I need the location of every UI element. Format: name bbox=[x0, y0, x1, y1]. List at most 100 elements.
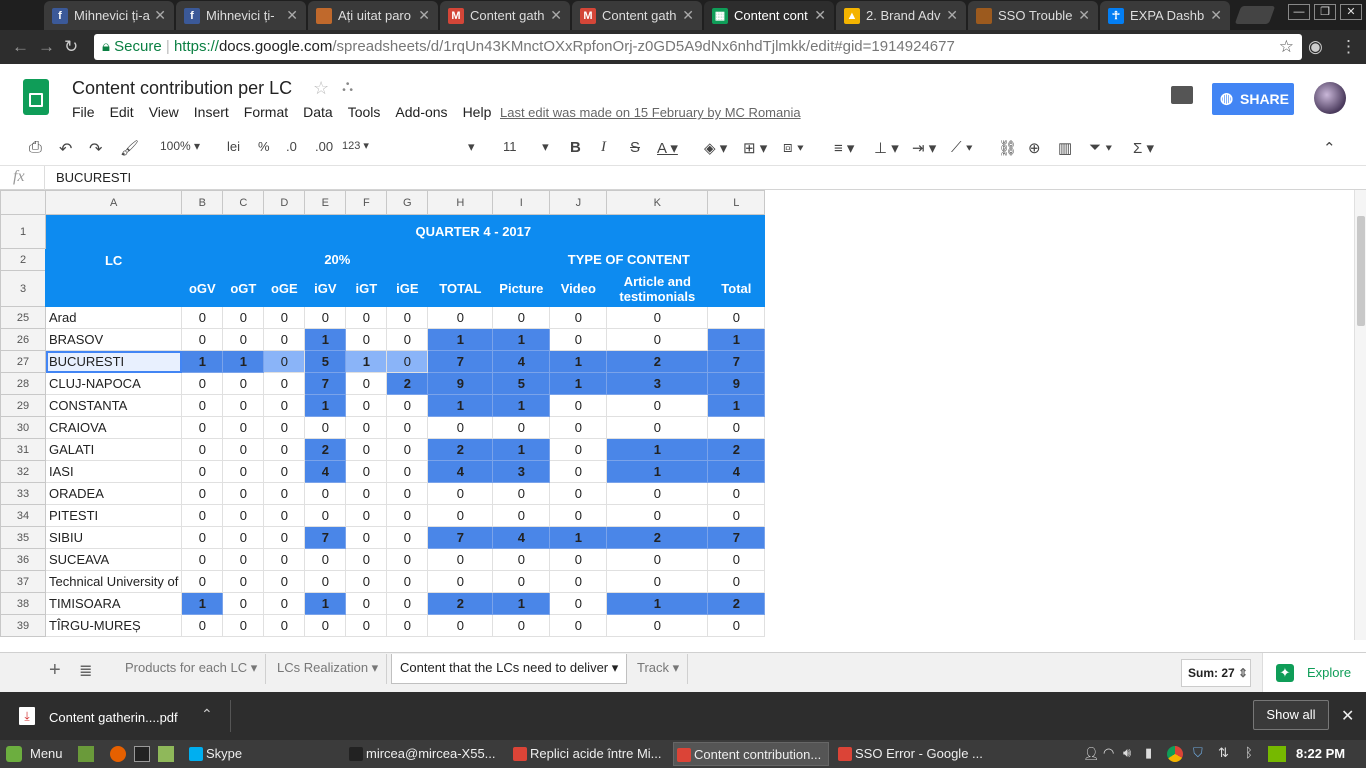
value-cell[interactable]: 7 bbox=[427, 350, 494, 373]
value-cell[interactable]: 0 bbox=[606, 548, 709, 571]
value-cell[interactable]: 0 bbox=[222, 526, 265, 549]
insert-link-icon[interactable]: ⛓︎ bbox=[998, 139, 1017, 157]
sheet-tab-menu-icon[interactable]: ▾ bbox=[608, 660, 619, 675]
value-cell[interactable]: 0 bbox=[263, 570, 306, 593]
value-cell[interactable]: 7 bbox=[707, 526, 766, 549]
value-cell[interactable]: 0 bbox=[181, 306, 224, 329]
value-cell[interactable]: 0 bbox=[427, 548, 494, 571]
value-cell[interactable]: 0 bbox=[181, 372, 224, 395]
row-header[interactable]: 31 bbox=[0, 438, 46, 461]
value-cell[interactable]: 1 bbox=[549, 350, 608, 373]
value-cell[interactable]: 0 bbox=[181, 504, 224, 527]
row-header[interactable]: 1 bbox=[0, 214, 46, 249]
value-cell[interactable]: 0 bbox=[386, 614, 429, 637]
value-cell[interactable]: 1 bbox=[606, 438, 709, 461]
horizontal-align-icon[interactable]: ≡ ▾ bbox=[834, 139, 854, 157]
value-cell[interactable]: 0 bbox=[606, 482, 709, 505]
value-cell[interactable]: 2 bbox=[606, 526, 709, 549]
value-cell[interactable]: 7 bbox=[427, 526, 494, 549]
insert-comment-icon[interactable]: ⊕ bbox=[1028, 139, 1041, 157]
column-header[interactable]: B bbox=[181, 190, 224, 215]
currency-format-button[interactable]: lei bbox=[227, 139, 240, 154]
menu-format[interactable]: Format bbox=[244, 104, 288, 120]
value-cell[interactable]: 0 bbox=[263, 526, 306, 549]
download-file-name[interactable]: Content gatherin....pdf bbox=[49, 710, 178, 725]
value-cell[interactable]: 3 bbox=[492, 460, 551, 483]
value-cell[interactable]: 0 bbox=[386, 526, 429, 549]
value-cell[interactable]: 0 bbox=[606, 614, 709, 637]
column-header[interactable]: A bbox=[44, 190, 183, 215]
value-cell[interactable]: 0 bbox=[386, 548, 429, 571]
value-cell[interactable]: 0 bbox=[263, 614, 306, 637]
row-header[interactable]: 26 bbox=[0, 328, 46, 351]
value-cell[interactable]: 0 bbox=[304, 416, 347, 439]
volume-icon[interactable]: 🔊︎ bbox=[1123, 745, 1131, 761]
column-header[interactable]: H bbox=[427, 190, 494, 215]
select-all-corner[interactable] bbox=[0, 190, 46, 215]
close-tab-icon[interactable]: ✕ bbox=[1210, 7, 1222, 24]
value-cell[interactable]: 1 bbox=[427, 328, 494, 351]
text-rotation-icon[interactable]: ⟋ ▾ bbox=[951, 139, 973, 156]
value-cell[interactable]: 4 bbox=[492, 350, 551, 373]
value-cell[interactable]: 0 bbox=[222, 328, 265, 351]
value-cell[interactable]: 0 bbox=[492, 570, 551, 593]
value-cell[interactable]: 0 bbox=[549, 548, 608, 571]
sub-header-cell[interactable]: Article and testimonials bbox=[606, 270, 709, 307]
value-cell[interactable]: 9 bbox=[427, 372, 494, 395]
browser-tab[interactable]: f Mihnevici ți- ✕ bbox=[176, 1, 306, 30]
value-cell[interactable]: 0 bbox=[386, 570, 429, 593]
value-cell[interactable]: 0 bbox=[304, 614, 347, 637]
value-cell[interactable]: 0 bbox=[222, 504, 265, 527]
bold-icon[interactable]: B bbox=[570, 139, 581, 156]
browser-tab[interactable]: f Mihnevici ți-a ✕ bbox=[44, 1, 174, 30]
vertical-scrollbar[interactable] bbox=[1354, 190, 1366, 640]
value-cell[interactable]: 0 bbox=[707, 306, 766, 329]
value-cell[interactable]: 0 bbox=[304, 548, 347, 571]
lc-name-cell[interactable]: SUCEAVA bbox=[44, 548, 183, 571]
value-cell[interactable]: 7 bbox=[304, 372, 347, 395]
value-cell[interactable]: 0 bbox=[263, 394, 306, 417]
row-header[interactable]: 37 bbox=[0, 570, 46, 593]
value-cell[interactable]: 0 bbox=[222, 460, 265, 483]
sub-header-cell[interactable]: Total bbox=[707, 270, 766, 307]
taskbar-task[interactable]: mircea@mircea-X55... bbox=[346, 742, 502, 766]
value-cell[interactable]: 0 bbox=[386, 482, 429, 505]
value-cell[interactable]: 0 bbox=[345, 548, 388, 571]
value-cell[interactable]: 0 bbox=[427, 570, 494, 593]
value-cell[interactable]: 0 bbox=[427, 416, 494, 439]
column-header[interactable]: D bbox=[263, 190, 306, 215]
lc-name-cell[interactable]: Arad bbox=[44, 306, 183, 329]
value-cell[interactable]: 0 bbox=[263, 416, 306, 439]
value-cell[interactable]: 7 bbox=[304, 526, 347, 549]
sheet-tab-menu-icon[interactable]: ▾ bbox=[669, 660, 680, 675]
functions-icon[interactable]: Σ ▾ bbox=[1133, 139, 1154, 157]
taskbar-task[interactable]: Content contribution... bbox=[673, 742, 829, 766]
close-window-button[interactable]: ✕ bbox=[1340, 4, 1362, 20]
value-cell[interactable]: 0 bbox=[549, 328, 608, 351]
mint-menu-icon[interactable] bbox=[6, 746, 22, 762]
value-cell[interactable]: 2 bbox=[386, 372, 429, 395]
minimize-window-button[interactable]: — bbox=[1288, 4, 1310, 20]
value-cell[interactable]: 0 bbox=[386, 460, 429, 483]
value-cell[interactable]: 0 bbox=[263, 372, 306, 395]
sub-header-cell[interactable]: Picture bbox=[492, 270, 551, 307]
browser-tab[interactable]: SSO Trouble ✕ bbox=[968, 1, 1098, 30]
lc-name-cell[interactable]: SIBIU bbox=[44, 526, 183, 549]
browser-tab[interactable]: ☥ EXPA Dashb ✕ bbox=[1100, 1, 1230, 30]
value-cell[interactable]: 0 bbox=[345, 614, 388, 637]
font-family-dropdown-icon[interactable]: ▾ bbox=[468, 139, 475, 155]
explore-button[interactable]: ✦ Explore bbox=[1262, 653, 1366, 693]
value-cell[interactable]: 4 bbox=[427, 460, 494, 483]
value-cell[interactable]: 0 bbox=[304, 306, 347, 329]
column-header[interactable]: G bbox=[386, 190, 429, 215]
value-cell[interactable]: 0 bbox=[181, 570, 224, 593]
value-cell[interactable]: 0 bbox=[345, 416, 388, 439]
lc-name-cell[interactable]: ORADEA bbox=[44, 482, 183, 505]
text-color-icon[interactable]: A ▾ bbox=[657, 139, 678, 157]
column-header[interactable]: E bbox=[304, 190, 347, 215]
value-cell[interactable]: 4 bbox=[707, 460, 766, 483]
value-cell[interactable]: 1 bbox=[707, 328, 766, 351]
value-cell[interactable]: 0 bbox=[606, 504, 709, 527]
column-header[interactable]: K bbox=[606, 190, 709, 215]
all-sheets-icon[interactable]: ≣ bbox=[79, 661, 92, 681]
